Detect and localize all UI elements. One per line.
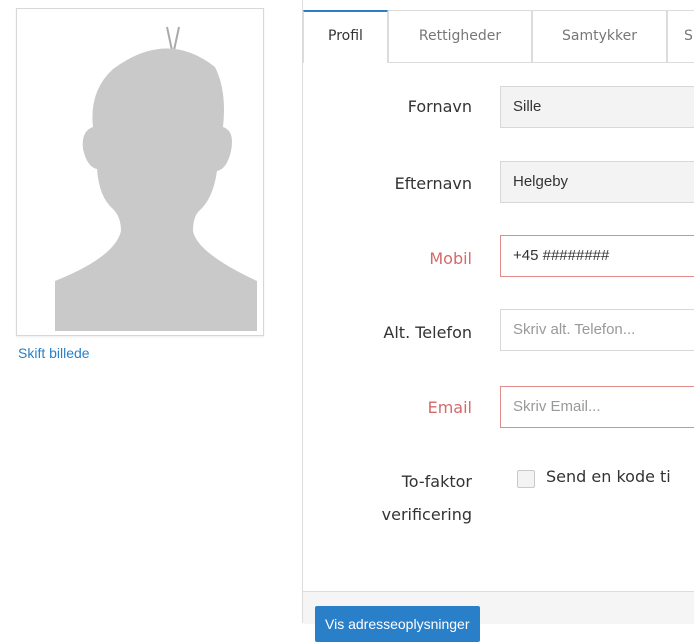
two-factor-checkbox[interactable] [517,470,535,488]
alt-phone-label: Alt. Telefon [383,323,472,342]
email-field[interactable]: Skriv Email... [500,386,694,428]
last-name-label: Efternavn [394,174,472,193]
first-name-label: Fornavn [407,97,472,116]
first-name-field[interactable]: Sille [500,86,694,128]
last-name-field[interactable]: Helgeby [500,161,694,203]
two-factor-label-line2: verificering [381,505,472,524]
tab-s[interactable]: S [667,10,694,62]
two-factor-checkbox-label: Send en kode ti [546,467,671,486]
mobile-field[interactable]: +45 ######## [500,235,694,277]
mobile-label: Mobil [429,249,472,268]
tab-samtykker[interactable]: Samtykker [532,10,667,62]
profile-panel: Profil Rettigheder Samtykker S Fornavn S… [302,0,694,642]
show-address-button[interactable]: Vis adresseoplysninger [315,606,480,642]
silhouette-icon [22,14,260,332]
two-factor-label-line1: To-faktor [401,472,472,491]
email-label: Email [427,398,472,417]
alt-phone-field[interactable]: Skriv alt. Telefon... [500,309,694,351]
change-photo-link[interactable]: Skift billede [18,345,90,361]
profile-photo [16,8,264,336]
tab-rettigheder[interactable]: Rettigheder [388,10,532,62]
tab-bar: Profil Rettigheder Samtykker S [303,10,694,63]
tab-profil[interactable]: Profil [303,10,388,63]
